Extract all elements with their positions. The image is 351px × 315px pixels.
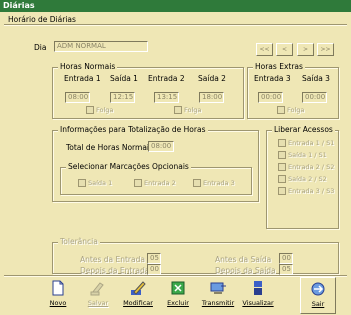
- depois-entrada-label: Depois da Entrada: [80, 266, 150, 275]
- marcacoes-opcionais-title: Selecionar Marcações Opcionais: [66, 162, 191, 171]
- horas-normais-title: Horas Normais: [58, 62, 118, 71]
- liberar-item-4-checkbox[interactable]: Saída 2 / S2: [278, 175, 327, 183]
- saida1-label: Saída 1: [110, 74, 138, 83]
- total-horas-label: Total de Horas Normais: [66, 143, 153, 152]
- liberar-item-5-label: Entrada 3 / S3: [288, 187, 335, 195]
- liberar-item-1-label: Entrada 1 / S1: [288, 139, 335, 147]
- prev-record-button[interactable]: <: [276, 43, 293, 56]
- save-icon: [89, 280, 107, 296]
- opcional-saida1-label: Saída 1: [88, 179, 113, 187]
- salvar-label: Salvar: [87, 299, 109, 307]
- entrada1-label: Entrada 1: [64, 74, 101, 83]
- folga2-label: Folga: [184, 106, 202, 114]
- transmitir-label: Transmitir: [201, 299, 235, 307]
- visualizar-button[interactable]: Visualizar: [240, 277, 276, 314]
- liberar-item-5-checkbox[interactable]: Entrada 3 / S3: [278, 187, 334, 195]
- folga3-checkbox[interactable]: Folga: [277, 106, 304, 114]
- antes-entrada-label: Antes da Entrada: [80, 255, 145, 264]
- depois-saida-field[interactable]: 05: [279, 264, 293, 275]
- tab-divider: [4, 24, 347, 26]
- view-icon: [249, 280, 267, 296]
- dia-field[interactable]: ADM NORMAL: [54, 41, 148, 52]
- entrada3-field[interactable]: 00:00: [258, 92, 283, 103]
- entrada3-label: Entrada 3: [254, 74, 291, 83]
- first-record-button[interactable]: <<: [256, 43, 273, 56]
- antes-entrada-field[interactable]: 05: [147, 253, 161, 264]
- entrada2-field[interactable]: 13:15: [154, 92, 179, 103]
- depois-entrada-field[interactable]: 00: [147, 264, 161, 275]
- delete-icon: [169, 280, 187, 296]
- liberar-acessos-title: Liberar Acessos: [272, 125, 335, 134]
- total-horas-field: 08:00: [148, 141, 174, 152]
- sair-label: Sair: [311, 300, 325, 308]
- tolerancia-title: Tolerância: [58, 237, 100, 246]
- opcional-entrada3-checkbox[interactable]: Entrada 3: [193, 179, 235, 187]
- opcional-entrada2-checkbox[interactable]: Entrada 2: [134, 179, 176, 187]
- antes-saida-label: Antes da Saída: [215, 255, 272, 264]
- novo-label: Novo: [49, 299, 67, 307]
- window-title: Diárias: [3, 1, 35, 10]
- transmit-icon: [209, 280, 227, 296]
- entrada1-field[interactable]: 08:00: [65, 92, 90, 103]
- opcional-entrada2-label: Entrada 2: [144, 179, 176, 187]
- modificar-button[interactable]: Modificar: [120, 277, 156, 314]
- saida2-label: Saída 2: [198, 74, 226, 83]
- modificar-label: Modificar: [123, 299, 153, 307]
- liberar-item-3-label: Entrada 2 / S2: [288, 163, 335, 171]
- tab-horario-de-diarias[interactable]: Horário de Diárias: [8, 15, 76, 24]
- depois-saida-label: Depois da Saída: [215, 266, 276, 275]
- antes-saida-field[interactable]: 00: [279, 253, 293, 264]
- exit-icon: [309, 281, 327, 297]
- new-document-icon: [49, 280, 67, 296]
- saida3-label: Saída 3: [302, 74, 330, 83]
- liberar-item-2-checkbox[interactable]: Saída 1 / S1: [278, 151, 327, 159]
- transmitir-button[interactable]: Transmitir: [200, 277, 236, 314]
- folga2-checkbox[interactable]: Folga: [174, 106, 201, 114]
- sair-button[interactable]: Sair: [300, 277, 336, 314]
- liberar-item-3-checkbox[interactable]: Entrada 2 / S2: [278, 163, 334, 171]
- liberar-item-4-label: Saída 2 / S2: [288, 175, 327, 183]
- visualizar-label: Visualizar: [242, 299, 274, 307]
- edit-pencil-icon: [129, 280, 147, 296]
- excluir-label: Excluir: [167, 299, 189, 307]
- liberar-item-1-checkbox[interactable]: Entrada 1 / S1: [278, 139, 334, 147]
- window-titlebar[interactable]: Diárias: [0, 0, 351, 12]
- opcional-entrada3-label: Entrada 3: [203, 179, 235, 187]
- opcional-saida1-checkbox[interactable]: Saída 1: [78, 179, 112, 187]
- last-record-button[interactable]: >>: [317, 43, 334, 56]
- folga3-label: Folga: [287, 106, 305, 114]
- saida1-field[interactable]: 12:15: [110, 92, 135, 103]
- saida2-field[interactable]: 18:00: [199, 92, 224, 103]
- totalizacao-title: Informações para Totalização de Horas: [58, 125, 208, 134]
- saida3-field[interactable]: 00:00: [302, 92, 327, 103]
- next-record-button[interactable]: >: [297, 43, 314, 56]
- dia-label: Dia: [34, 43, 47, 52]
- salvar-button[interactable]: Salvar: [80, 277, 116, 314]
- novo-button[interactable]: Novo: [40, 277, 76, 314]
- folga1-label: Folga: [96, 106, 114, 114]
- excluir-button[interactable]: Excluir: [160, 277, 196, 314]
- liberar-item-2-label: Saída 1 / S1: [288, 151, 327, 159]
- entrada2-label: Entrada 2: [148, 74, 185, 83]
- folga1-checkbox[interactable]: Folga: [86, 106, 113, 114]
- horas-extras-title: Horas Extras: [253, 62, 305, 71]
